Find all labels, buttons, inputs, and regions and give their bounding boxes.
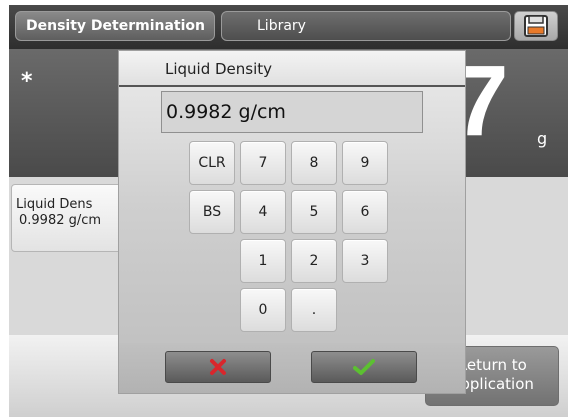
key-8[interactable]: 8: [291, 141, 337, 185]
backspace-key[interactable]: BS: [189, 190, 235, 234]
cancel-button[interactable]: [165, 351, 271, 383]
key-6[interactable]: 6: [342, 190, 388, 234]
key-2[interactable]: 2: [291, 239, 337, 283]
key-0[interactable]: 0: [240, 288, 286, 332]
tab-density-determination[interactable]: Density Determination: [15, 11, 215, 41]
green-check-icon: [353, 359, 375, 375]
key-7[interactable]: 7: [240, 141, 286, 185]
key-5[interactable]: 5: [291, 190, 337, 234]
tab-label: Density Determination: [26, 18, 205, 34]
floppy-disk-icon: [524, 15, 548, 37]
red-x-icon: [210, 359, 226, 375]
key-3[interactable]: 3: [342, 239, 388, 283]
stability-indicator: *: [21, 69, 33, 94]
key-9[interactable]: 9: [342, 141, 388, 185]
tab-label: Library: [257, 18, 306, 34]
liquid-density-dialog: Liquid Density 0.9982 g/cm CLR 7 8 9 BS …: [119, 51, 465, 393]
decimal-point-key[interactable]: .: [291, 288, 337, 332]
tab-library[interactable]: Library: [221, 11, 511, 41]
dialog-footer: [119, 343, 465, 393]
top-bar: Density Determination Library: [9, 5, 568, 49]
weight-unit: g: [537, 129, 548, 148]
clr-key[interactable]: CLR: [189, 141, 235, 185]
confirm-button[interactable]: [311, 351, 417, 383]
key-1[interactable]: 1: [240, 239, 286, 283]
dialog-header: Liquid Density: [119, 51, 465, 87]
key-4[interactable]: 4: [240, 190, 286, 234]
value-input[interactable]: 0.9982 g/cm: [161, 91, 423, 133]
dialog-title: Liquid Density: [165, 60, 273, 78]
save-button[interactable]: [514, 11, 558, 41]
